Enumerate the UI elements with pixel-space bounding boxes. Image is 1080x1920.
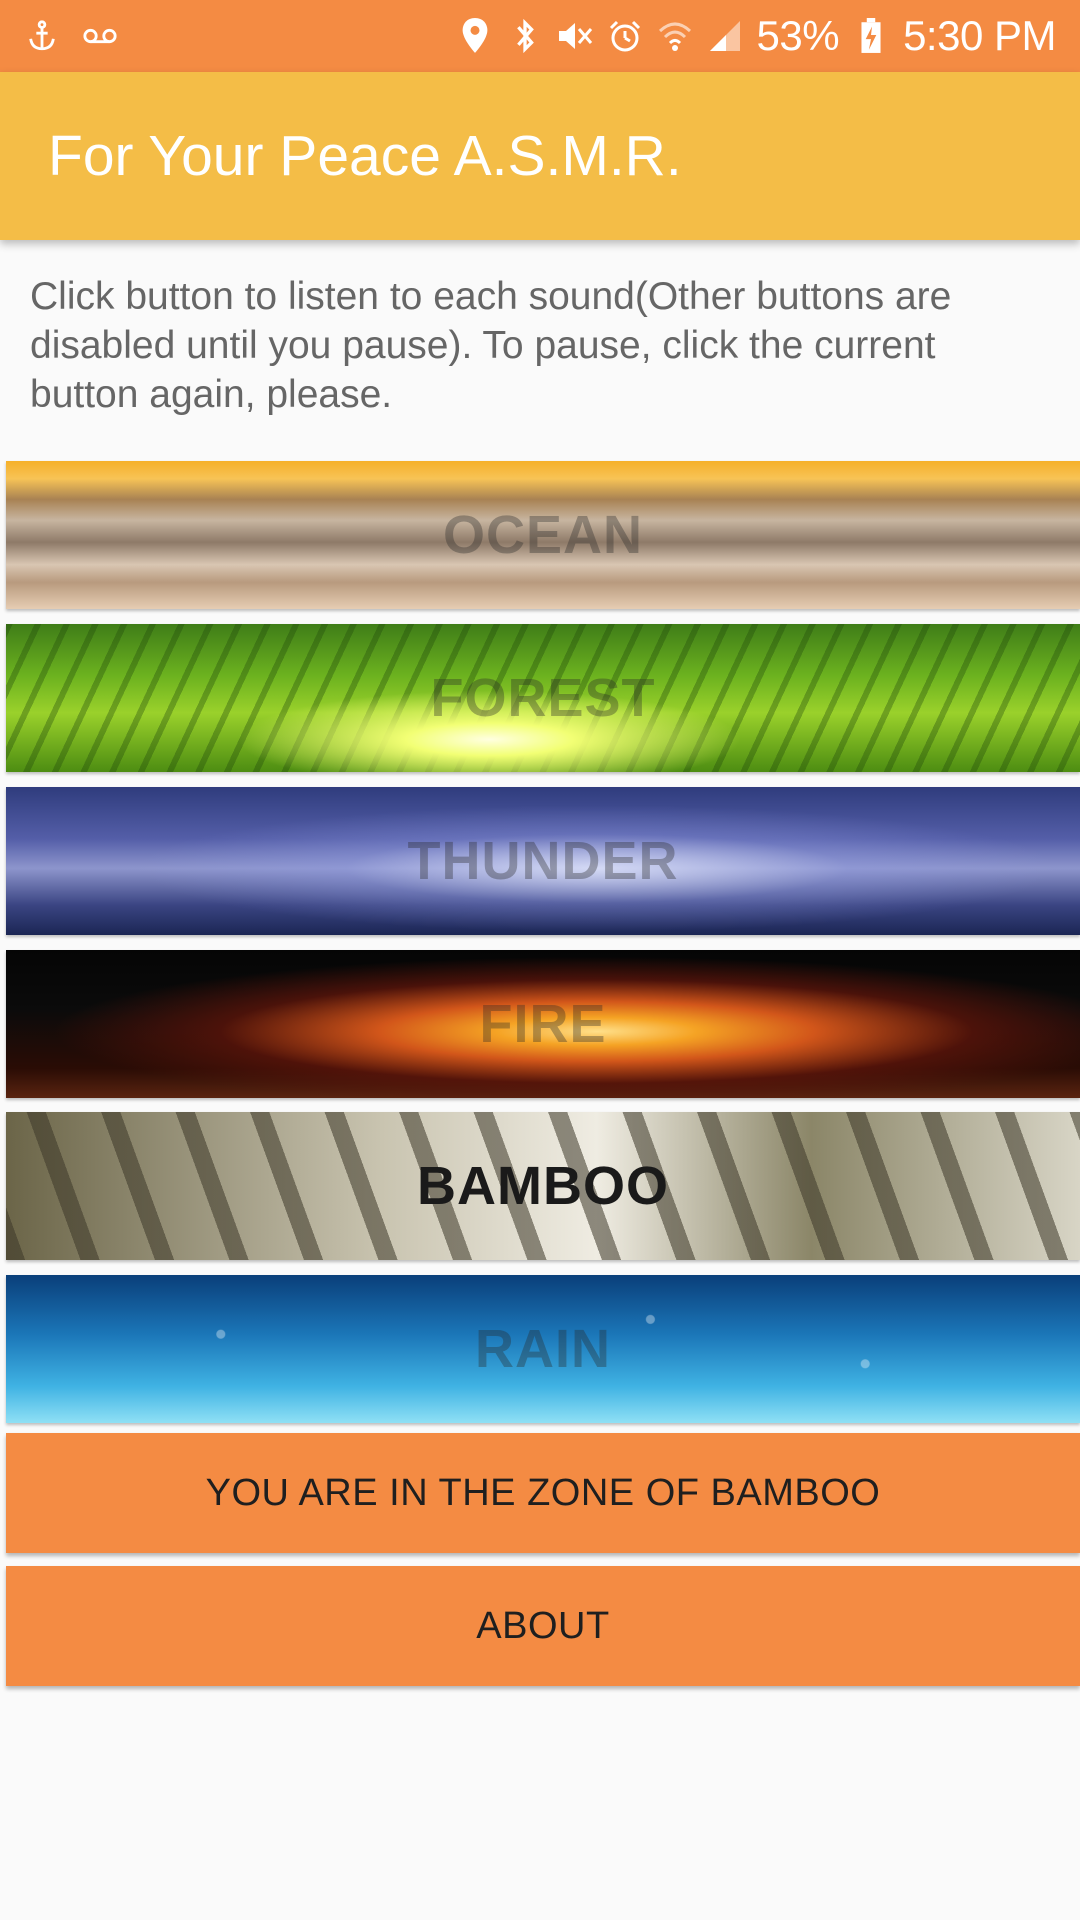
battery-percent: 53% — [756, 12, 840, 59]
fire-sound-button[interactable]: FIRE — [6, 950, 1080, 1098]
status-bar: 53% 5:30 PM — [0, 0, 1080, 72]
wifi-icon — [657, 18, 693, 54]
voicemail-icon — [82, 18, 118, 54]
anchor-icon — [24, 18, 60, 54]
mute-icon — [557, 18, 593, 54]
forest-label: FOREST — [430, 668, 656, 728]
alarm-icon — [607, 18, 643, 54]
bluetooth-icon — [507, 18, 543, 54]
thunder-sound-button[interactable]: THUNDER — [6, 787, 1080, 935]
bamboo-label: BAMBOO — [417, 1156, 669, 1216]
battery-charging-icon — [853, 18, 889, 54]
location-icon — [457, 18, 493, 54]
fire-label: FIRE — [479, 994, 607, 1054]
zone-button[interactable]: YOU ARE IN THE ZONE OF BAMBOO — [6, 1433, 1080, 1553]
forest-sound-button[interactable]: FOREST — [6, 624, 1080, 772]
thunder-label: THUNDER — [407, 831, 679, 891]
instructions-text: Click button to listen to each sound(Oth… — [30, 275, 952, 416]
rain-sound-button[interactable]: RAIN — [6, 1275, 1080, 1423]
ocean-sound-button[interactable]: OCEAN — [6, 461, 1080, 609]
bamboo-sound-button[interactable]: BAMBOO — [6, 1112, 1080, 1260]
about-button[interactable]: ABOUT — [6, 1566, 1080, 1686]
app-bar: For Your Peace A.S.M.R. — [0, 72, 1080, 240]
app-title: For Your Peace A.S.M.R. — [48, 124, 682, 188]
signal-icon — [707, 18, 743, 54]
rain-label: RAIN — [475, 1319, 611, 1379]
status-time: 5:30 PM — [903, 12, 1056, 59]
ocean-label: OCEAN — [442, 505, 643, 565]
